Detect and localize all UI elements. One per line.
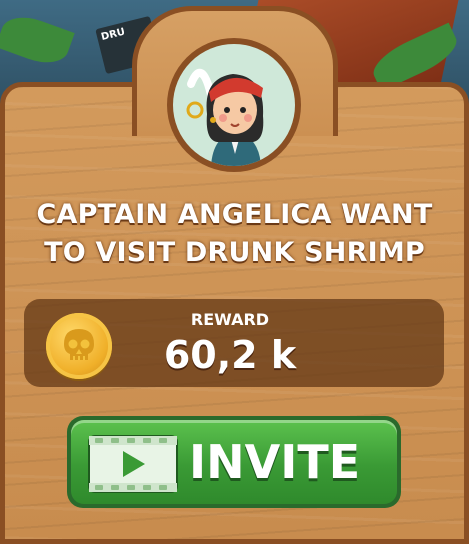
invite-label: INVITE: [189, 435, 361, 489]
dialog-title: CAPTAIN ANGELICA WANT TO VISIT DRUNK SHR…: [20, 196, 449, 272]
invite-button[interactable]: INVITE: [67, 416, 401, 508]
avatar-frame: [167, 38, 301, 172]
reward-label: REWARD: [190, 310, 270, 329]
reward-value: 60,2 k: [163, 333, 297, 377]
title-line-2: TO VISIT DRUNK SHRIMP: [44, 237, 425, 268]
game-scene: DRU CAPTAIN ANGELICA WANT TO VISIT DRUNK…: [0, 0, 469, 544]
invite-button-face[interactable]: INVITE: [71, 420, 397, 504]
title-line-1: CAPTAIN ANGELICA WANT: [36, 199, 433, 230]
pirate-girl-portrait-icon: [173, 44, 295, 166]
video-play-icon: [88, 435, 178, 493]
skull-coin-icon: [46, 313, 112, 379]
